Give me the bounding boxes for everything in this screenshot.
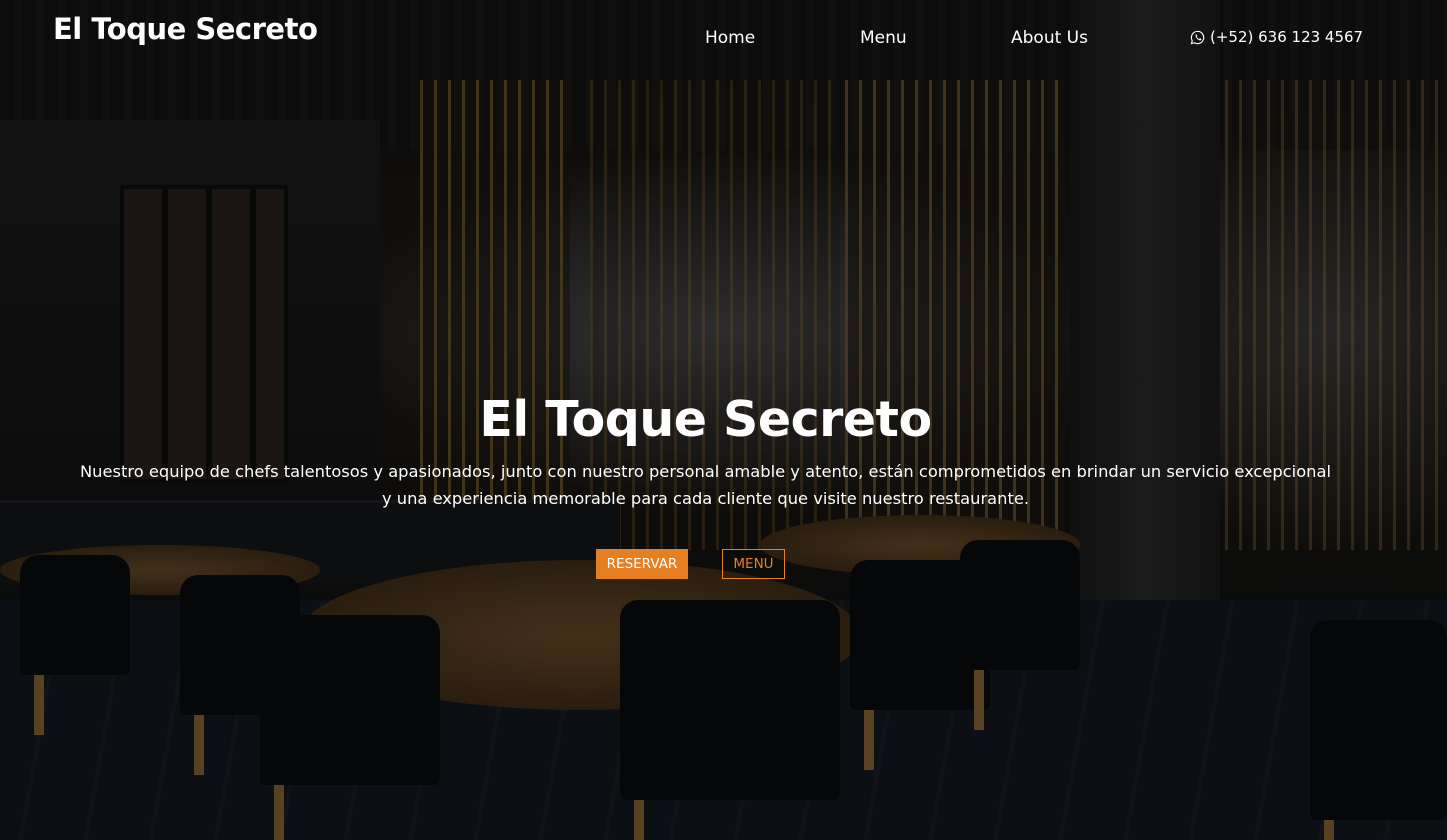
hero-section: El Toque Secreto Nuestro equipo de chefs…	[0, 388, 1447, 579]
phone-contact-link[interactable]: (+52) 636 123 4567	[1190, 28, 1363, 46]
hero-buttons: RESERVAR MENU	[596, 549, 785, 579]
menu-button[interactable]: MENU	[722, 549, 785, 579]
nav-about-link[interactable]: About Us	[1011, 28, 1088, 48]
site-header: El Toque Secreto Home Menu About Us (+52…	[0, 0, 1447, 76]
phone-number: (+52) 636 123 4567	[1210, 28, 1364, 46]
hero-description: Nuestro equipo de chefs talentosos y apa…	[80, 462, 1331, 508]
hero-title: El Toque Secreto	[479, 391, 932, 448]
brand-logo[interactable]: El Toque Secreto	[53, 12, 318, 46]
whatsapp-icon	[1190, 30, 1205, 44]
nav-home-link[interactable]: Home	[705, 28, 755, 48]
nav-menu-link[interactable]: Menu	[860, 28, 907, 48]
reserve-button[interactable]: RESERVAR	[596, 549, 688, 579]
